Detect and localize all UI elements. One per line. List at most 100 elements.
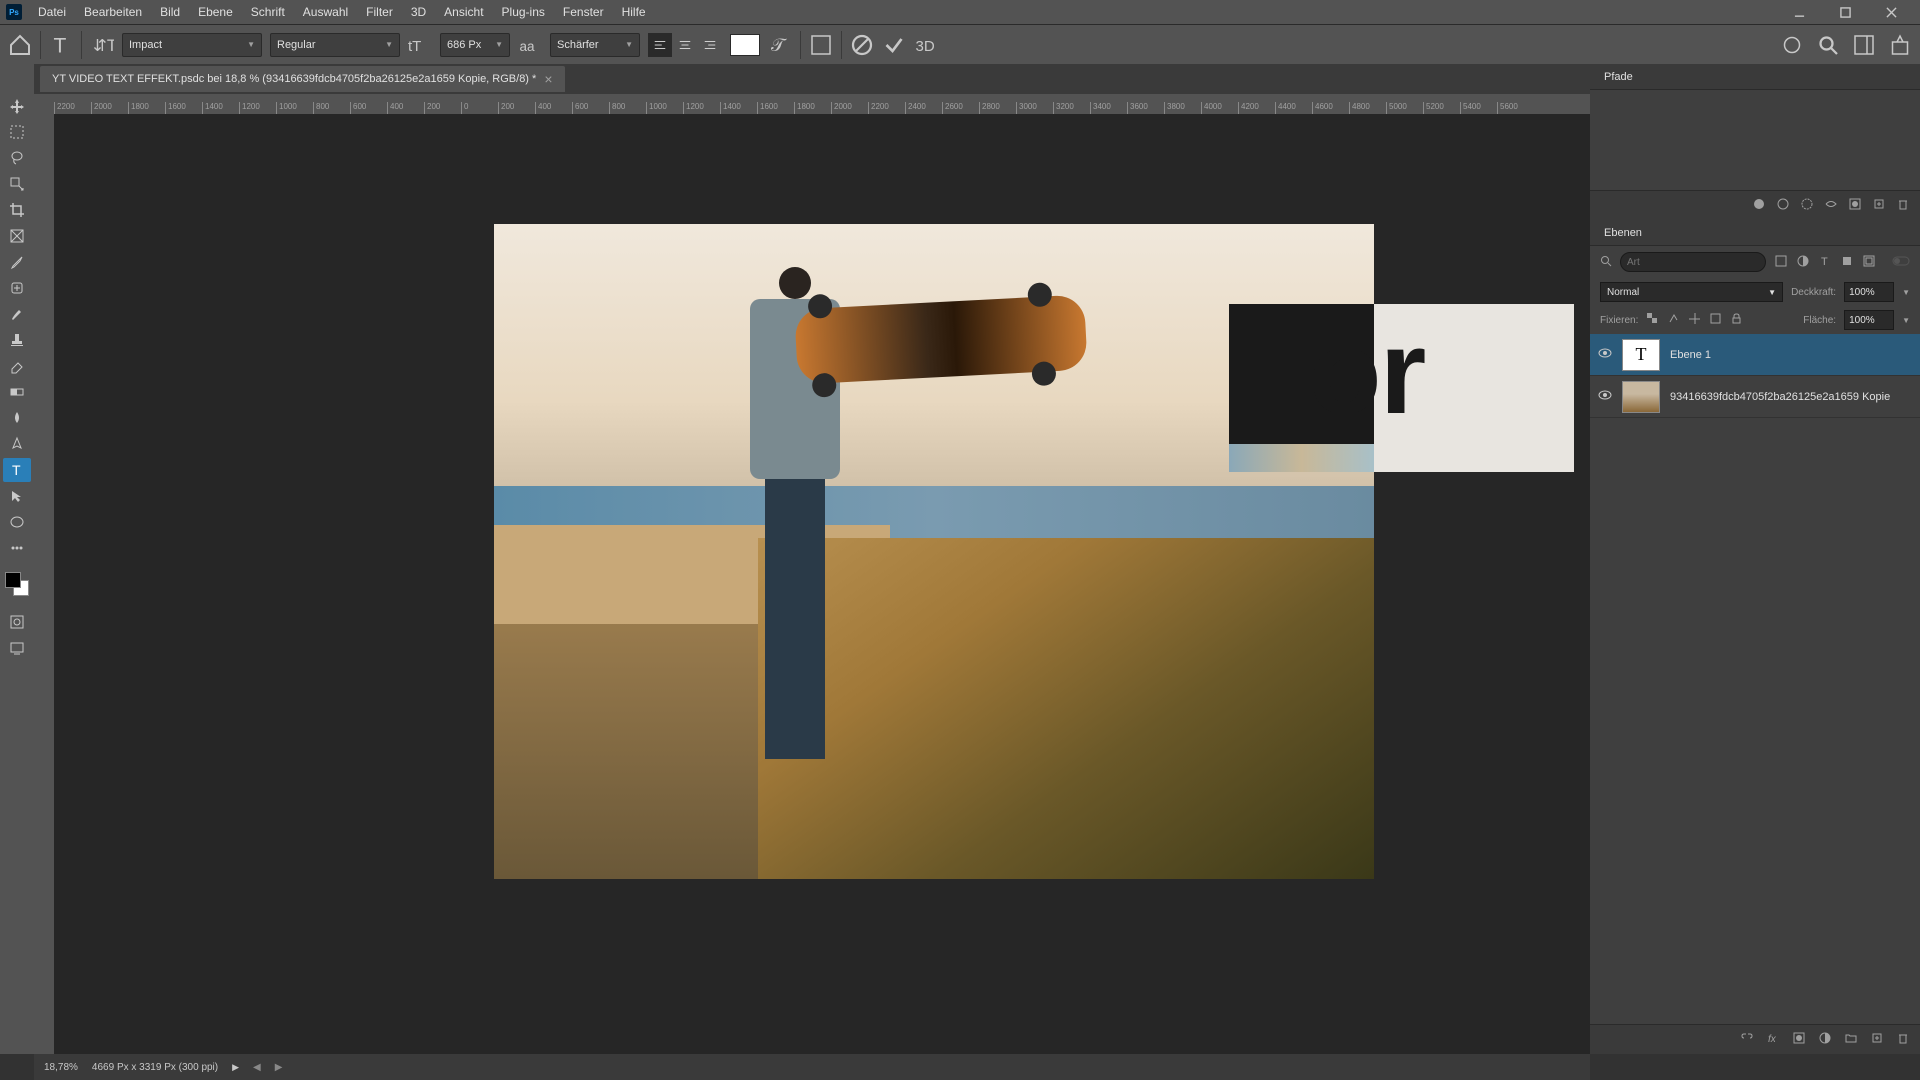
warp-text-icon[interactable]: 𝒯 bbox=[768, 33, 792, 57]
character-panel-icon[interactable] bbox=[809, 33, 833, 57]
menu-bild[interactable]: Bild bbox=[152, 5, 188, 19]
text-layer-bbox[interactable]: Lor bbox=[1229, 304, 1574, 472]
new-path-icon[interactable] bbox=[1872, 197, 1886, 214]
text-orientation-icon[interactable]: ⇵T bbox=[90, 33, 114, 57]
frame-tool[interactable] bbox=[3, 224, 31, 248]
move-tool[interactable] bbox=[3, 94, 31, 118]
eraser-tool[interactable] bbox=[3, 354, 31, 378]
filter-smart-icon[interactable] bbox=[1862, 254, 1876, 271]
menu-ebene[interactable]: Ebene bbox=[190, 5, 241, 19]
align-right-button[interactable] bbox=[698, 33, 722, 57]
filter-shape-icon[interactable] bbox=[1840, 254, 1854, 271]
layer-name[interactable]: 93416639fdcb4705f2ba26125e2a1659 Kopie bbox=[1670, 391, 1890, 403]
more-tool[interactable] bbox=[3, 536, 31, 560]
blur-tool[interactable] bbox=[3, 406, 31, 430]
delete-layer-icon[interactable] bbox=[1896, 1031, 1910, 1048]
adjustment-layer-icon[interactable] bbox=[1818, 1031, 1832, 1048]
menu-datei[interactable]: Datei bbox=[30, 5, 74, 19]
menu-fenster[interactable]: Fenster bbox=[555, 5, 612, 19]
visibility-icon[interactable] bbox=[1598, 346, 1612, 363]
close-tab-icon[interactable]: × bbox=[544, 71, 552, 87]
workspace-icon[interactable] bbox=[1852, 33, 1876, 57]
selection-to-path-icon[interactable] bbox=[1824, 197, 1838, 214]
menu-bearbeiten[interactable]: Bearbeiten bbox=[76, 5, 150, 19]
menu-auswahl[interactable]: Auswahl bbox=[295, 5, 356, 19]
color-swatches[interactable] bbox=[5, 572, 29, 596]
nav-prev-icon[interactable]: ◀ bbox=[253, 1062, 261, 1073]
delete-path-icon[interactable] bbox=[1896, 197, 1910, 214]
layers-panel-tab[interactable]: Ebenen bbox=[1590, 220, 1920, 246]
commit-icon[interactable] bbox=[882, 33, 906, 57]
ruler-horizontal[interactable]: 2200200018001600140012001000800600400200… bbox=[34, 94, 1590, 114]
align-left-button[interactable] bbox=[648, 33, 672, 57]
lock-all-icon[interactable] bbox=[1730, 312, 1743, 328]
lock-image-icon[interactable] bbox=[1667, 312, 1680, 328]
quickmask-tool[interactable] bbox=[3, 610, 31, 634]
menu-plugins[interactable]: Plug-ins bbox=[494, 5, 553, 19]
font-family-select[interactable]: Impact▼ bbox=[122, 33, 262, 57]
add-mask-icon[interactable] bbox=[1848, 197, 1862, 214]
stroke-path-icon[interactable] bbox=[1776, 197, 1790, 214]
maximize-button[interactable] bbox=[1822, 0, 1868, 24]
link-layers-icon[interactable] bbox=[1740, 1031, 1754, 1048]
zoom-readout[interactable]: 18,78% bbox=[44, 1062, 78, 1073]
filter-type-icon[interactable]: T bbox=[1818, 254, 1832, 271]
type-tool-icon[interactable]: T bbox=[49, 33, 73, 57]
path-to-selection-icon[interactable] bbox=[1800, 197, 1814, 214]
document-tab[interactable]: YT VIDEO TEXT EFFEKT.psdc bei 18,8 % (93… bbox=[40, 66, 565, 92]
marquee-tool[interactable] bbox=[3, 120, 31, 144]
chevron-down-icon[interactable]: ▼ bbox=[1902, 288, 1910, 297]
gradient-tool[interactable] bbox=[3, 380, 31, 404]
text-color-swatch[interactable] bbox=[730, 34, 760, 56]
nav-next-icon[interactable]: ▶ bbox=[275, 1062, 283, 1073]
type-tool[interactable]: T bbox=[3, 458, 31, 482]
layer-style-icon[interactable]: fx bbox=[1766, 1031, 1780, 1048]
doc-info[interactable]: 4669 Px x 3319 Px (300 ppi) bbox=[92, 1062, 218, 1073]
blend-mode-select[interactable]: Normal▼ bbox=[1600, 282, 1783, 302]
font-size-select[interactable]: 686 Px▼ bbox=[440, 33, 510, 57]
layer-name[interactable]: Ebene 1 bbox=[1670, 349, 1711, 361]
paths-panel-tab[interactable]: Pfade bbox=[1590, 64, 1920, 90]
lock-transparency-icon[interactable] bbox=[1646, 312, 1659, 328]
fill-path-icon[interactable] bbox=[1752, 197, 1766, 214]
eyedropper-tool[interactable] bbox=[3, 250, 31, 274]
fill-input[interactable] bbox=[1844, 310, 1894, 330]
chevron-down-icon[interactable]: ▼ bbox=[1902, 316, 1910, 325]
layer-row[interactable]: 93416639fdcb4705f2ba26125e2a1659 Kopie bbox=[1590, 376, 1920, 418]
filter-adjust-icon[interactable] bbox=[1796, 254, 1810, 271]
visibility-icon[interactable] bbox=[1598, 388, 1612, 405]
info-caret-icon[interactable]: ▶ bbox=[232, 1062, 239, 1073]
new-layer-icon[interactable] bbox=[1870, 1031, 1884, 1048]
lasso-tool[interactable] bbox=[3, 146, 31, 170]
ruler-vertical[interactable] bbox=[34, 114, 54, 1054]
screenmode-tool[interactable] bbox=[3, 636, 31, 660]
heal-tool[interactable] bbox=[3, 276, 31, 300]
filter-image-icon[interactable] bbox=[1774, 254, 1788, 271]
lock-artboard-icon[interactable] bbox=[1709, 312, 1722, 328]
layer-filter-input[interactable] bbox=[1620, 252, 1766, 272]
search-icon[interactable] bbox=[1816, 33, 1840, 57]
menu-filter[interactable]: Filter bbox=[358, 5, 401, 19]
menu-ansicht[interactable]: Ansicht bbox=[436, 5, 491, 19]
font-style-select[interactable]: Regular▼ bbox=[270, 33, 400, 57]
layer-row[interactable]: T Ebene 1 bbox=[1590, 334, 1920, 376]
antialias-select[interactable]: Schärfer▼ bbox=[550, 33, 640, 57]
3d-icon[interactable]: 3D bbox=[914, 33, 938, 57]
lock-position-icon[interactable] bbox=[1688, 312, 1701, 328]
layer-group-icon[interactable] bbox=[1844, 1031, 1858, 1048]
cloud-icon[interactable] bbox=[1780, 33, 1804, 57]
document-stage[interactable]: Lor bbox=[54, 114, 1590, 1054]
menu-hilfe[interactable]: Hilfe bbox=[614, 5, 654, 19]
filter-toggle-icon[interactable] bbox=[1892, 256, 1910, 269]
crop-tool[interactable] bbox=[3, 198, 31, 222]
share-icon[interactable] bbox=[1888, 33, 1912, 57]
path-tool[interactable] bbox=[3, 484, 31, 508]
menu-3d[interactable]: 3D bbox=[403, 5, 434, 19]
home-icon[interactable] bbox=[8, 33, 32, 57]
selection-tool[interactable] bbox=[3, 172, 31, 196]
cancel-icon[interactable] bbox=[850, 33, 874, 57]
shape-tool[interactable] bbox=[3, 510, 31, 534]
pen-tool[interactable] bbox=[3, 432, 31, 456]
menu-schrift[interactable]: Schrift bbox=[243, 5, 293, 19]
brush-tool[interactable] bbox=[3, 302, 31, 326]
